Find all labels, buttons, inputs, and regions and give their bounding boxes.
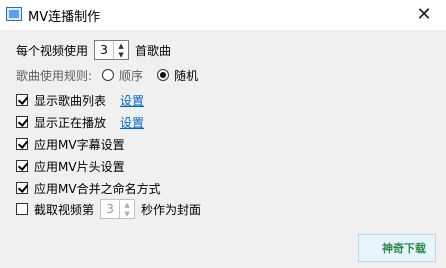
dialog-body: 每个视频使用 3 ▲ ▼ 首歌曲 歌曲使用规则: 顺序 随机 显示歌曲列表 设置…: [0, 30, 446, 268]
song-count-row: 每个视频使用 3 ▲ ▼ 首歌曲: [16, 39, 171, 61]
watermark-logo: 神奇下载: [382, 242, 426, 255]
stepper-down-icon[interactable]: ▼: [114, 50, 128, 59]
mv-merge-naming-checkbox[interactable]: [16, 182, 28, 194]
radio-sequential[interactable]: [102, 69, 115, 81]
show-song-list-settings-link[interactable]: 设置: [120, 92, 144, 109]
cover-capture-checkbox[interactable]: [16, 203, 28, 215]
song-rule-row: 歌曲使用规则: 顺序 随机: [16, 66, 198, 84]
show-now-playing-label[interactable]: 显示正在播放: [34, 114, 106, 131]
window-title: MV连播制作: [28, 10, 101, 25]
option-show-song-list[interactable]: 显示歌曲列表 设置: [16, 91, 144, 109]
cover-capture-suffix: 秒作为封面: [141, 202, 202, 217]
show-song-list-checkbox[interactable]: [16, 94, 28, 106]
mv-merge-naming-label[interactable]: 应用MV合并之命名方式: [34, 180, 161, 197]
song-count-value[interactable]: 3: [95, 41, 115, 59]
radio-random-label[interactable]: 随机: [174, 67, 198, 84]
song-rule-label: 歌曲使用规则:: [16, 68, 93, 83]
mv-intro-label[interactable]: 应用MV片头设置: [34, 158, 125, 175]
cover-seconds-stepper[interactable]: 3 ▲ ▼: [100, 199, 136, 219]
song-count-stepper[interactable]: 3 ▲ ▼: [94, 40, 130, 60]
option-show-now-playing[interactable]: 显示正在播放 设置: [16, 113, 144, 131]
mv-subtitle-label[interactable]: 应用MV字幕设置: [34, 136, 125, 153]
option-mv-merge-naming[interactable]: 应用MV合并之命名方式: [16, 179, 161, 197]
song-count-suffix: 首歌曲: [135, 43, 172, 58]
song-count-label: 每个视频使用: [16, 43, 89, 58]
close-icon: ✕: [416, 4, 432, 25]
stepper-down-icon[interactable]: ▼: [120, 209, 134, 218]
stepper-up-icon[interactable]: ▲: [114, 41, 128, 50]
radio-sequential-label[interactable]: 顺序: [119, 67, 143, 84]
option-mv-subtitle[interactable]: 应用MV字幕设置: [16, 135, 125, 153]
stepper-up-icon[interactable]: ▲: [120, 200, 134, 209]
show-song-list-label[interactable]: 显示歌曲列表: [34, 92, 106, 109]
cover-capture-label[interactable]: 截取视频第: [34, 201, 94, 218]
cover-seconds-value[interactable]: 3: [101, 200, 121, 218]
show-now-playing-checkbox[interactable]: [16, 116, 28, 128]
close-button[interactable]: ✕: [408, 3, 440, 27]
mv-intro-checkbox[interactable]: [16, 160, 28, 172]
option-cover-capture[interactable]: 截取视频第 3 ▲ ▼ 秒作为封面: [16, 198, 201, 220]
radio-random[interactable]: [157, 69, 170, 81]
title-bar: MV连播制作 ✕: [0, 0, 446, 30]
mv-subtitle-checkbox[interactable]: [16, 138, 28, 150]
app-icon: [6, 7, 22, 21]
option-mv-intro[interactable]: 应用MV片头设置: [16, 157, 125, 175]
show-now-playing-settings-link[interactable]: 设置: [120, 114, 144, 131]
